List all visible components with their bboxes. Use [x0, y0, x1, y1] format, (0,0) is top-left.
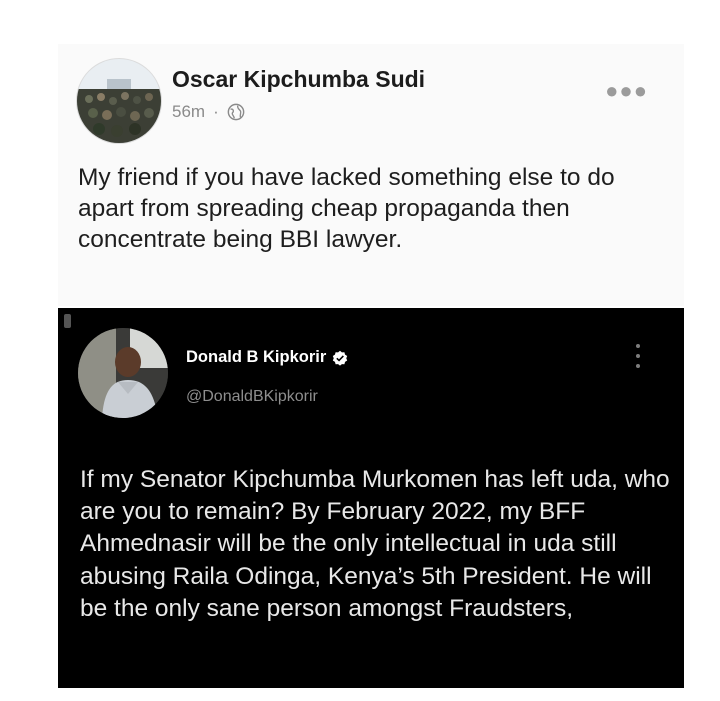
screenshot-card: Oscar Kipchumba Sudi 56m · ●●● My friend…	[58, 44, 684, 688]
man-in-car-photo-icon	[78, 328, 168, 418]
verified-badge-icon	[333, 350, 348, 366]
more-options-icon[interactable]: ●●●	[605, 78, 648, 104]
tweet-more-options-icon[interactable]	[636, 344, 640, 372]
embedded-tweet: Donald B Kipkorir @DonaldBKipkorir If my…	[58, 308, 684, 688]
tweet-author-handle[interactable]: @DonaldBKipkorir	[186, 388, 318, 406]
crowd-photo-icon	[77, 59, 161, 143]
post-text: My friend if you have lacked something e…	[78, 164, 615, 253]
facebook-post: Oscar Kipchumba Sudi 56m · ●●● My friend…	[58, 44, 684, 306]
tweet-text: If my Senator Kipchumba Murkomen has lef…	[80, 466, 670, 622]
author-name[interactable]: Oscar Kipchumba Sudi	[172, 66, 425, 93]
scrollbar-marker	[64, 314, 71, 328]
tweet-author-avatar[interactable]	[78, 328, 168, 418]
meta-separator: ·	[213, 102, 219, 121]
globe-icon	[227, 103, 245, 121]
tweet-author-name[interactable]: Donald B Kipkorir	[186, 348, 348, 367]
author-avatar[interactable]	[76, 58, 162, 144]
post-time[interactable]: 56m	[172, 102, 205, 122]
tweet-author-name-text: Donald B Kipkorir	[186, 348, 327, 366]
post-meta: 56m ·	[172, 102, 245, 122]
